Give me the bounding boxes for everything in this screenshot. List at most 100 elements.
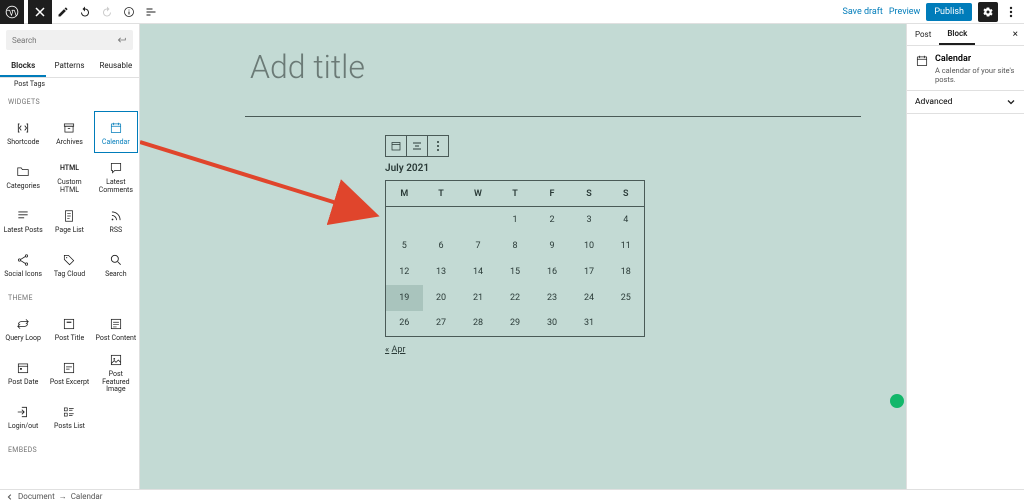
title-separator — [245, 116, 861, 117]
redo-icon[interactable] — [96, 0, 118, 24]
preview-link[interactable]: Preview — [889, 7, 920, 17]
toolbar-calendar-icon[interactable] — [386, 136, 407, 156]
categories-icon — [16, 163, 30, 181]
shortcode-icon — [16, 119, 30, 137]
block-item-custom-html[interactable]: HTMLCustom HTML — [46, 154, 92, 198]
prev-arrow-icon: « — [385, 345, 389, 355]
calendar-day — [460, 207, 497, 233]
sidebar-calendar-icon — [915, 54, 929, 68]
block-item-post-excerpt[interactable]: Post Excerpt — [46, 350, 92, 394]
block-item-shortcode[interactable]: Shortcode — [0, 110, 46, 154]
calendar-day: 14 — [460, 259, 497, 285]
tab-reusable[interactable]: Reusable — [93, 56, 139, 77]
block-item-rss[interactable]: RSS — [93, 198, 139, 242]
settings-button[interactable] — [978, 2, 998, 22]
block-item-archives[interactable]: Archives — [46, 110, 92, 154]
calendar-day: 20 — [423, 285, 460, 311]
calendar-day: 27 — [423, 311, 460, 337]
close-inserter-button[interactable] — [28, 0, 52, 24]
calendar-dow: T — [423, 181, 460, 207]
calendar-dow: S — [571, 181, 608, 207]
category-embeds-heading: EMBEDS — [0, 438, 139, 458]
calendar-day: 8 — [497, 233, 534, 259]
block-item-tag-cloud[interactable]: Tag Cloud — [46, 242, 92, 286]
block-search-input[interactable]: Search — [6, 30, 133, 50]
calendar-day: 9 — [534, 233, 571, 259]
sidebar-advanced-panel[interactable]: Advanced — [907, 90, 1024, 114]
comments-icon — [109, 159, 123, 177]
more-menu-icon[interactable] — [1004, 0, 1018, 24]
block-item-loginout[interactable]: Login/out — [0, 394, 46, 438]
calendar-prev-link[interactable]: « Apr — [385, 345, 906, 355]
block-item-page-list[interactable]: Page List — [46, 198, 92, 242]
share-icon — [16, 251, 30, 269]
undo-icon[interactable] — [74, 0, 96, 24]
sidebar-close-icon[interactable]: × — [1007, 29, 1024, 40]
breadcrumb-chevron-icon — [6, 493, 14, 501]
post-content-icon — [109, 315, 123, 333]
block-item-calendar[interactable]: Calendar — [93, 110, 139, 154]
post-title-icon — [62, 315, 76, 333]
latest-posts-icon — [16, 207, 30, 225]
grammarly-badge[interactable] — [890, 394, 904, 408]
wp-logo[interactable] — [0, 0, 24, 24]
block-item-search[interactable]: Search — [93, 242, 139, 286]
post-title-placeholder[interactable]: Add title — [250, 48, 906, 86]
query-loop-icon — [16, 315, 30, 333]
calendar-day: 10 — [571, 233, 608, 259]
rss-icon — [109, 207, 123, 225]
calendar-day: 4 — [608, 207, 645, 233]
calendar-day: 18 — [608, 259, 645, 285]
calendar-day: 2 — [534, 207, 571, 233]
block-item-post-title[interactable]: Post Title — [46, 306, 92, 350]
block-item-post-featured-image[interactable]: Post Featured Image — [93, 350, 139, 394]
calendar-day: 5 — [386, 233, 423, 259]
calendar-day: 6 — [423, 233, 460, 259]
tab-patterns[interactable]: Patterns — [46, 56, 92, 77]
block-item-post-content[interactable]: Post Content — [93, 306, 139, 350]
edit-tool-icon[interactable] — [52, 0, 74, 24]
calendar-day: 30 — [534, 311, 571, 337]
block-item-social-icons[interactable]: Social Icons — [0, 242, 46, 286]
calendar-dow: M — [386, 181, 423, 207]
calendar-day: 24 — [571, 285, 608, 311]
tag-icon — [62, 251, 76, 269]
block-item-query-loop[interactable]: Query Loop — [0, 306, 46, 350]
featured-image-icon — [109, 352, 123, 369]
category-theme-heading: THEME — [0, 286, 139, 306]
post-excerpt-icon — [62, 359, 76, 377]
calendar-day: 23 — [534, 285, 571, 311]
block-item-post-tags[interactable]: Post Tags — [0, 78, 139, 90]
calendar-day: 1 — [497, 207, 534, 233]
calendar-dow: T — [497, 181, 534, 207]
calendar-day: 12 — [386, 259, 423, 285]
chevron-down-icon — [1006, 97, 1016, 107]
tab-blocks[interactable]: Blocks — [0, 56, 46, 77]
toolbar-more-icon[interactable] — [428, 136, 448, 156]
sidebar-block-description: A calendar of your site's posts. — [935, 66, 1016, 84]
calendar-day: 13 — [423, 259, 460, 285]
block-item-categories[interactable]: Categories — [0, 154, 46, 198]
calendar-day: 16 — [534, 259, 571, 285]
block-item-latest-posts[interactable]: Latest Posts — [0, 198, 46, 242]
calendar-day: 31 — [571, 311, 608, 337]
calendar-dow: F — [534, 181, 571, 207]
breadcrumb[interactable]: Document → Calendar — [0, 489, 1024, 503]
sidebar-tab-post[interactable]: Post — [907, 24, 939, 45]
calendar-caption: July 2021 — [385, 163, 906, 174]
sidebar-tab-block[interactable]: Block — [939, 24, 975, 45]
archives-icon — [62, 119, 76, 137]
block-item-post-date[interactable]: Post Date — [0, 350, 46, 394]
toolbar-align-icon[interactable] — [407, 136, 428, 156]
outline-icon[interactable] — [140, 0, 162, 24]
block-item-latest-comments[interactable]: Latest Comments — [93, 154, 139, 198]
save-draft-link[interactable]: Save draft — [842, 7, 882, 17]
calendar-day: 22 — [497, 285, 534, 311]
publish-button[interactable]: Publish — [926, 3, 972, 21]
block-toolbar — [385, 135, 449, 157]
block-item-posts-list[interactable]: Posts List — [46, 394, 92, 438]
calendar-day: 26 — [386, 311, 423, 337]
search-enter-icon — [117, 35, 127, 45]
info-icon[interactable] — [118, 0, 140, 24]
category-widgets-heading: WIDGETS — [0, 90, 139, 110]
